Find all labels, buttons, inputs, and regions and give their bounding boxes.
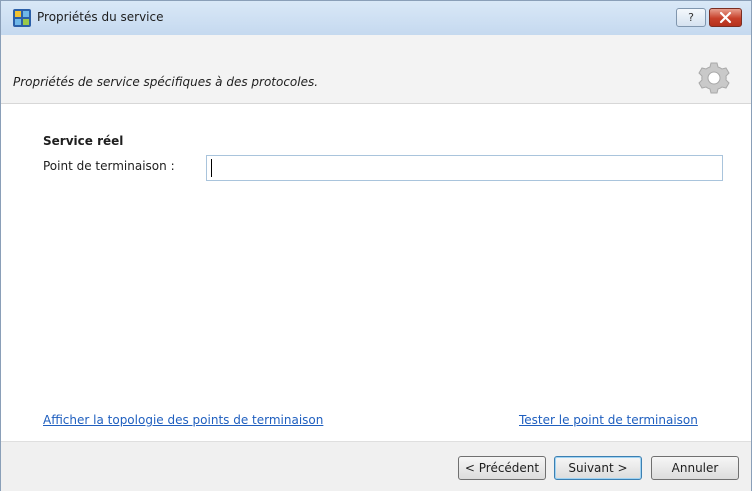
header-divider <box>1 103 751 104</box>
help-icon: ? <box>688 11 694 24</box>
section-title: Service réel <box>43 134 124 148</box>
header-banner <box>1 35 751 103</box>
next-button[interactable]: Suivant > <box>554 456 642 480</box>
endpoint-input[interactable] <box>206 155 723 181</box>
cancel-button[interactable]: Annuler <box>651 456 739 480</box>
test-endpoint-link[interactable]: Tester le point de terminaison <box>519 413 698 427</box>
close-icon <box>719 11 732 24</box>
app-icon <box>13 9 31 27</box>
help-button[interactable]: ? <box>676 8 706 27</box>
header-description: Propriétés de service spécifiques à des … <box>13 75 319 89</box>
endpoint-label: Point de terminaison : <box>43 159 175 173</box>
show-topology-link[interactable]: Afficher la topologie des points de term… <box>43 413 323 427</box>
close-button[interactable] <box>709 8 742 27</box>
service-properties-dialog: Propriétés du service ? Propriétés de se… <box>0 0 752 491</box>
gear-icon <box>697 61 731 95</box>
title-bar: Propriétés du service ? <box>1 1 751 35</box>
window-title: Propriétés du service <box>37 10 164 24</box>
previous-button[interactable]: < Précédent <box>458 456 546 480</box>
text-caret <box>211 159 212 177</box>
